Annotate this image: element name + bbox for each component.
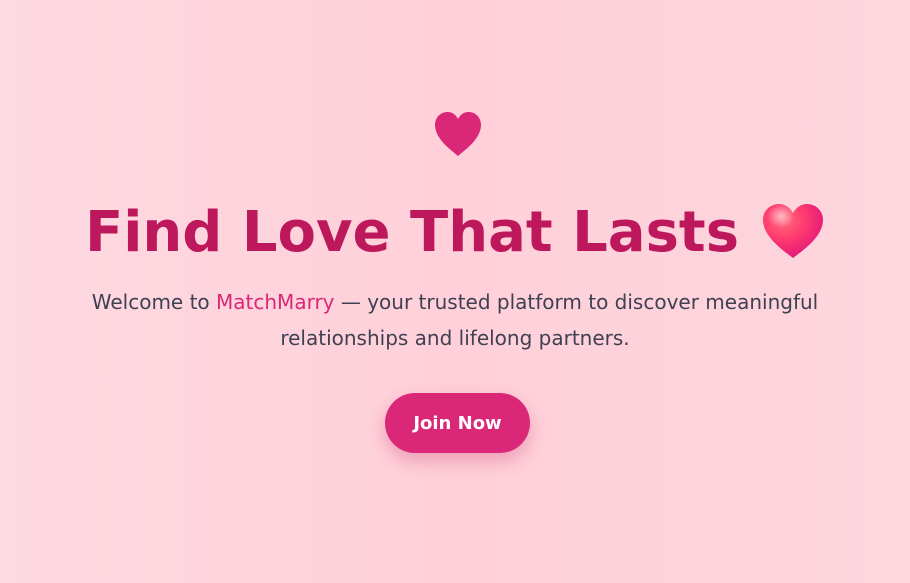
brand-name: MatchMarry (216, 290, 335, 314)
subtitle-prefix: Welcome to (91, 290, 217, 314)
headline-text: Find Love That Lasts (84, 199, 740, 265)
heart-icon (435, 112, 481, 156)
join-now-button[interactable]: Join Now (385, 393, 530, 453)
subtitle-suffix: — your trusted platform to discover mean… (280, 290, 819, 350)
hero-subtitle: Welcome to MatchMarry — your trusted pla… (80, 284, 830, 356)
heart-emoji-icon (763, 203, 824, 258)
hero-section: Find Love That Lasts Welcome to MatchMar… (0, 0, 910, 583)
page-title: Find Love That Lasts (0, 196, 910, 267)
